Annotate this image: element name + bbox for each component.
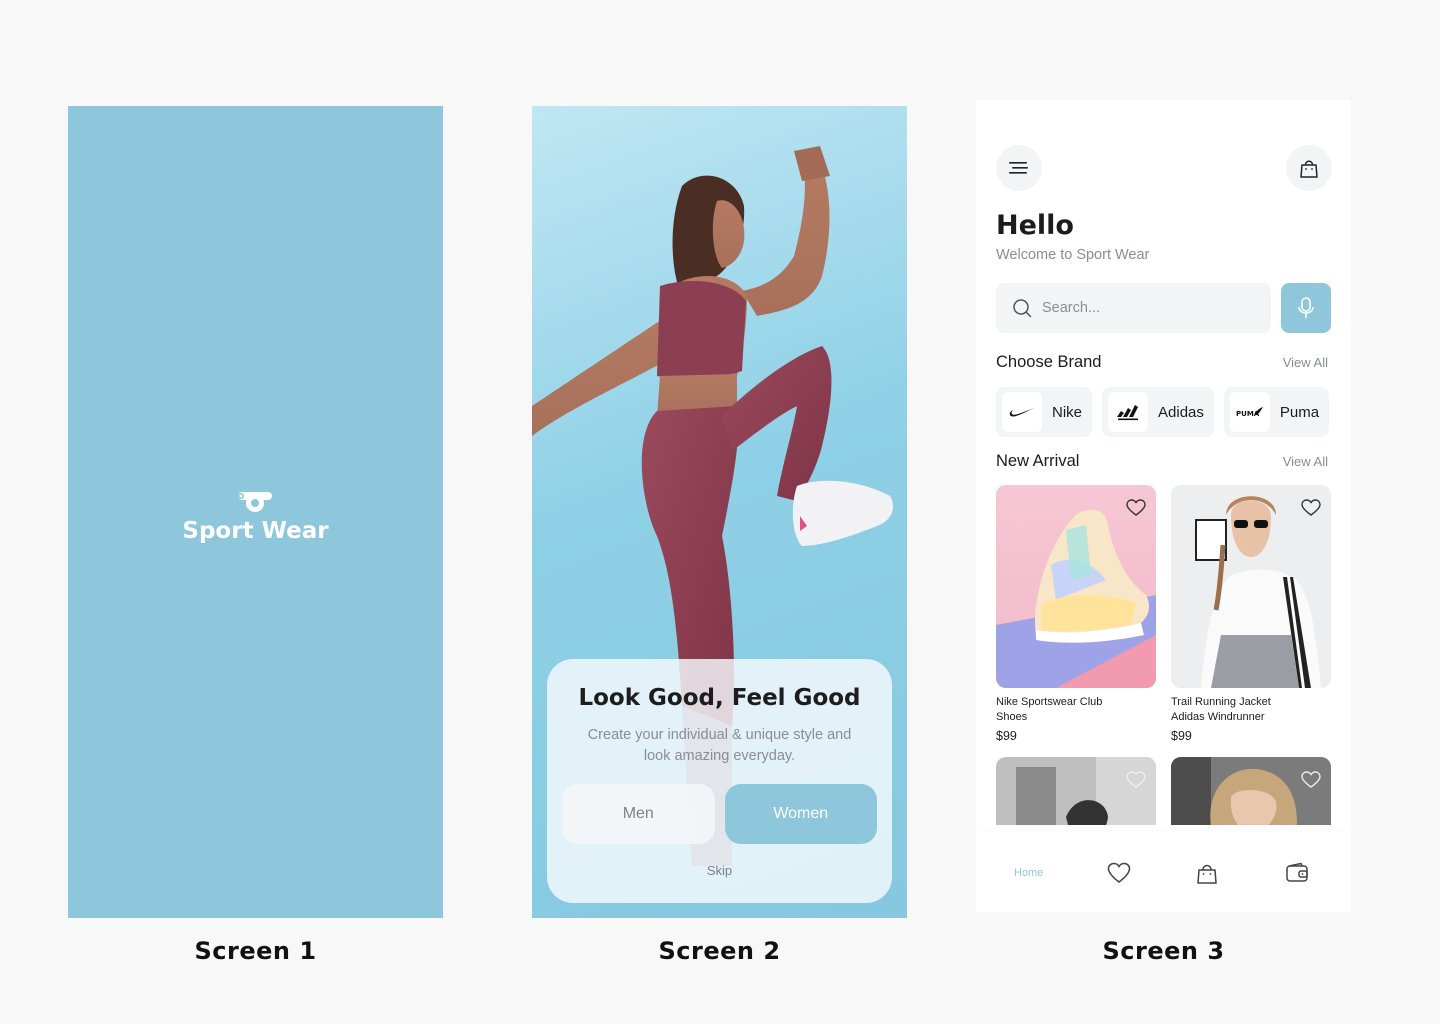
product-image — [996, 757, 1156, 825]
brand-label: Puma — [1279, 403, 1320, 421]
microphone-icon — [1298, 297, 1314, 318]
skip-link[interactable]: Skip — [547, 863, 892, 878]
men-button[interactable]: Men — [562, 784, 715, 844]
product-name: Nike Sportswear Club Shoes — [996, 696, 1103, 723]
heart-icon[interactable] — [1301, 771, 1321, 789]
heart-icon[interactable] — [1126, 499, 1146, 517]
cart-button[interactable] — [1286, 145, 1332, 191]
new-arrival-title: New Arrival — [996, 452, 1080, 470]
arrivals-view-all-link[interactable]: View All — [1283, 454, 1328, 469]
caption-screen-2: Screen 2 — [658, 937, 781, 965]
product-name: Trail Running Jacket Adidas Windrunner — [1171, 696, 1271, 723]
voice-search-button[interactable] — [1281, 283, 1331, 333]
search-icon — [1013, 299, 1032, 318]
tab-home[interactable]: Home — [1014, 858, 1043, 888]
adidas-logo — [1108, 392, 1149, 432]
product-card[interactable] — [996, 757, 1156, 825]
shopping-bag-icon — [1197, 864, 1217, 884]
home-screen: Hello Welcome to Sport Wear Choose Brand… — [976, 100, 1351, 912]
brand-chip-puma[interactable]: PUMA Puma — [1223, 387, 1329, 437]
heart-icon[interactable] — [1126, 771, 1146, 789]
menu-icon — [1009, 162, 1028, 174]
search-input[interactable] — [1042, 300, 1242, 316]
onboarding-screen: Look Good, Feel Good Create your individ… — [532, 106, 907, 918]
tab-wallet[interactable] — [1285, 858, 1309, 888]
bottom-tab-bar: Home — [976, 832, 1351, 912]
brand-label: Nike — [1052, 403, 1083, 421]
welcome-text: Welcome to Sport Wear — [996, 247, 1150, 263]
puma-logo: PUMA — [1229, 392, 1270, 432]
tab-cart[interactable] — [1196, 858, 1218, 888]
product-image — [1171, 757, 1331, 825]
product-card[interactable]: Trail Running Jacket Adidas Windrunner $… — [1171, 485, 1331, 743]
gender-buttons: Men Women — [562, 784, 877, 844]
splash-logo: Sport Wear — [68, 490, 443, 544]
wallet-icon — [1286, 862, 1308, 882]
brand-name: Sport Wear — [182, 518, 329, 544]
caption-screen-3: Screen 3 — [1102, 937, 1225, 965]
onboarding-title: Look Good, Feel Good — [578, 685, 861, 711]
product-grid: Nike Sportswear Club Shoes $99 Trail Run… — [996, 485, 1331, 825]
heart-icon — [1107, 862, 1131, 883]
menu-button[interactable] — [996, 145, 1042, 191]
greeting-title: Hello — [996, 210, 1074, 241]
brand-label: Adidas — [1158, 403, 1204, 421]
women-button[interactable]: Women — [724, 784, 877, 844]
shopping-bag-icon — [1300, 160, 1318, 178]
heart-icon[interactable] — [1301, 499, 1321, 517]
whistle-icon — [237, 492, 272, 512]
product-card[interactable]: Nike Sportswear Club Shoes $99 — [996, 485, 1156, 743]
onboarding-subtitle: Create your individual & unique style an… — [587, 727, 852, 764]
product-image — [1171, 485, 1331, 688]
product-price: $99 — [1171, 729, 1192, 743]
product-card[interactable] — [1171, 757, 1331, 825]
product-image — [996, 485, 1156, 688]
brands-view-all-link[interactable]: View All — [1283, 355, 1328, 370]
brand-chip-nike[interactable]: Nike — [996, 387, 1093, 437]
brand-list: Nike Adidas PUMA Puma — [996, 387, 1329, 437]
onboarding-card: Look Good, Feel Good Create your individ… — [547, 659, 892, 903]
product-price: $99 — [996, 729, 1017, 743]
choose-brand-title: Choose Brand — [996, 353, 1102, 371]
search-bar[interactable] — [996, 283, 1271, 333]
splash-screen: Sport Wear — [68, 106, 443, 918]
brand-chip-adidas[interactable]: Adidas — [1102, 387, 1214, 437]
nike-logo — [1002, 392, 1042, 432]
caption-screen-1: Screen 1 — [194, 937, 317, 965]
tab-wishlist[interactable] — [1107, 858, 1131, 888]
